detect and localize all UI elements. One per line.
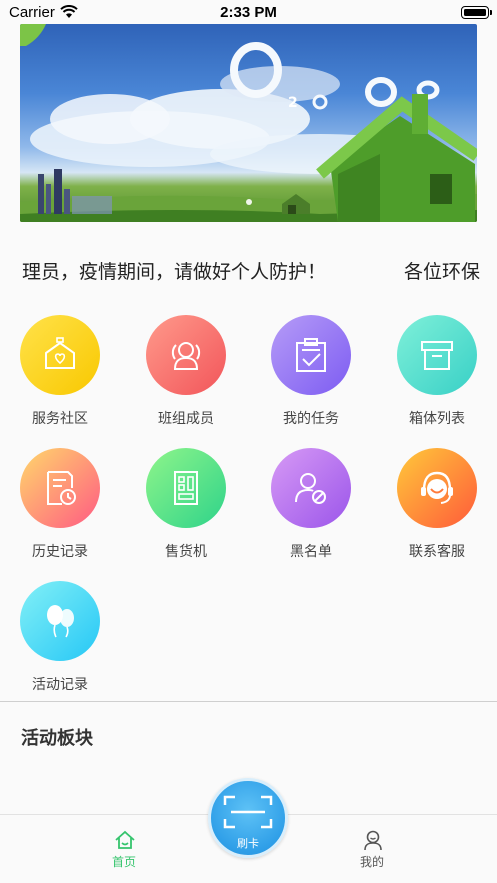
grid-item-blacklist[interactable]: 黑名单: [256, 448, 366, 568]
grid-item-label: 我的任务: [283, 411, 339, 427]
notice-text-continued: 各位环保: [404, 261, 481, 283]
grid-item-label: 售货机: [165, 544, 207, 560]
grid-item-my-tasks[interactable]: 我的任务: [256, 315, 366, 435]
tab-home-label: 首页: [111, 855, 136, 869]
swipe-card-label: 刷卡: [237, 837, 259, 850]
tab-mine-label: 我的: [359, 855, 384, 869]
customer-service-icon: [397, 448, 477, 528]
grid-item-label: 历史记录: [32, 544, 88, 560]
vending-machine-icon: [146, 448, 226, 528]
tab-mine[interactable]: 我的: [322, 815, 422, 875]
grid-item-label: 黑名单: [290, 544, 332, 560]
grid-item-activity-records[interactable]: 活动记录: [5, 581, 115, 701]
swipe-card-button[interactable]: 刷卡: [208, 778, 288, 858]
section-title: 活动板块: [21, 728, 93, 749]
team-members-icon: [146, 315, 226, 395]
grid-item-vending-machine[interactable]: 售货机: [131, 448, 241, 568]
blacklist-user-icon: [271, 448, 351, 528]
community-house-icon: [20, 315, 100, 395]
banner-pagination[interactable]: [20, 190, 477, 209]
notice-marquee: 理员，疫情期间，请做好个人防护！ 各位环保: [0, 249, 497, 289]
section-divider: [0, 701, 497, 702]
grid-item-label: 联系客服: [409, 544, 465, 560]
grid-item-team-members[interactable]: 班组成员: [131, 315, 241, 435]
grid-item-service-community[interactable]: 服务社区: [5, 315, 115, 435]
home-icon: [115, 830, 135, 849]
grid-item-label: 活动记录: [32, 677, 88, 693]
clock: 2:33 PM: [220, 4, 277, 21]
grid-item-box-list[interactable]: 箱体列表: [382, 315, 492, 435]
notice-text: 理员，疫情期间，请做好个人防护！: [22, 261, 327, 283]
grid-item-label: 服务社区: [32, 411, 88, 427]
history-record-icon: [20, 448, 100, 528]
scan-frame-icon: [223, 795, 273, 829]
grid-item-history[interactable]: 历史记录: [5, 448, 115, 568]
box-archive-icon: [397, 315, 477, 395]
tab-home[interactable]: 首页: [74, 815, 174, 875]
grid-item-label: 箱体列表: [409, 411, 465, 427]
grid-item-label: 班组成员: [158, 411, 214, 427]
battery-icon: [461, 6, 492, 19]
status-bar: Carrier 2:33 PM: [0, 0, 497, 26]
grid-item-customer-service[interactable]: 联系客服: [382, 448, 492, 568]
user-profile-icon: [364, 830, 382, 851]
balloons-icon: [20, 581, 100, 661]
task-clipboard-icon: [271, 315, 351, 395]
pagination-dot[interactable]: [245, 199, 252, 205]
banner-carousel[interactable]: 2: [20, 24, 477, 222]
svg-text:2: 2: [288, 95, 298, 111]
